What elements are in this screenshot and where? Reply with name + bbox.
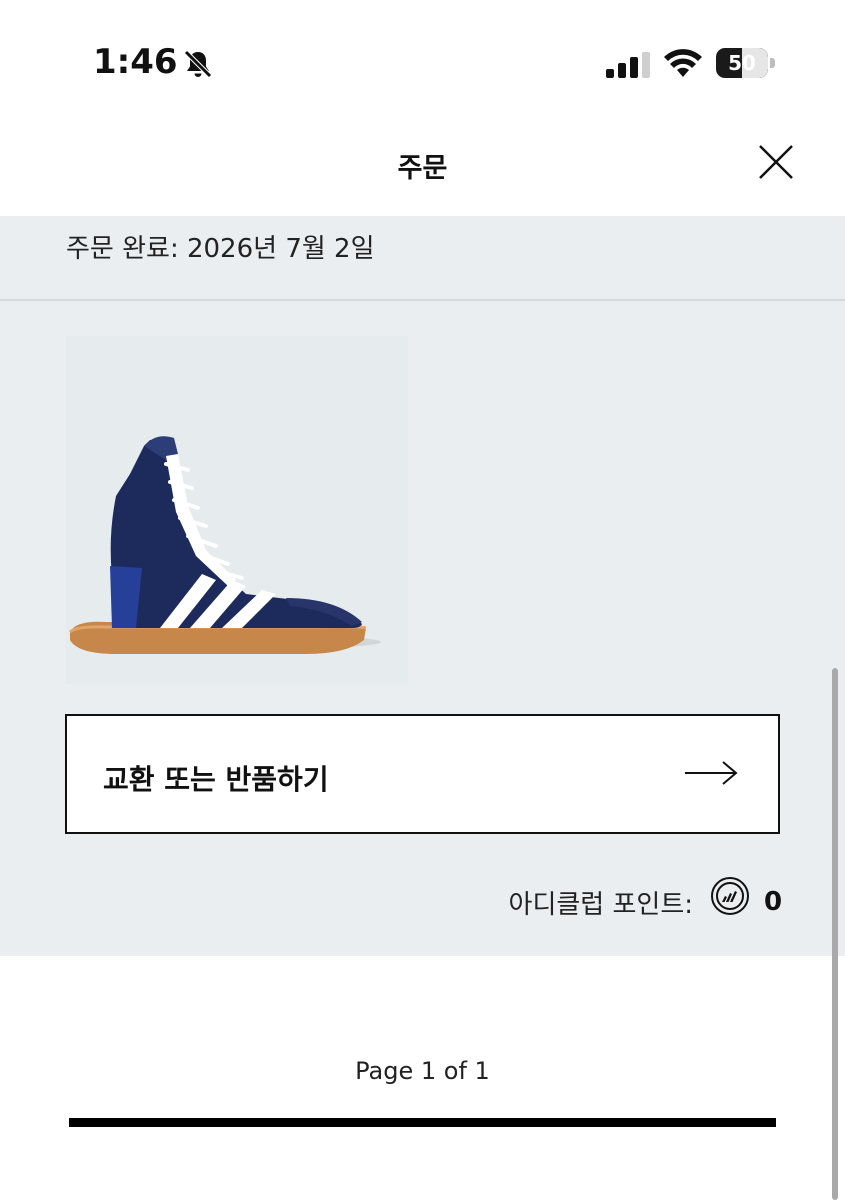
page-progress-bar (69, 1118, 776, 1127)
exchange-return-button[interactable]: 교환 또는 반품하기 (65, 714, 780, 834)
page-indicator: Page 1 of 1 (355, 1057, 490, 1085)
arrow-right-icon (685, 761, 738, 785)
divider (0, 299, 845, 301)
adiclub-points-label: 아디클럽 포인트: (508, 890, 693, 920)
product-image[interactable] (66, 336, 408, 684)
adiclub-points-value: 0 (764, 887, 783, 917)
page-header: 주문 (0, 110, 845, 216)
cellular-signal-icon (606, 52, 650, 78)
exchange-return-label: 교환 또는 반품하기 (103, 763, 329, 796)
close-icon[interactable] (757, 143, 795, 181)
battery-icon: 50 (716, 48, 776, 78)
scrollbar[interactable] (832, 668, 838, 1200)
status-time: 1:46 (93, 42, 178, 82)
battery-level: 50 (728, 51, 756, 75)
bell-slash-icon (184, 50, 212, 78)
wifi-icon (664, 49, 702, 77)
page-title: 주문 (397, 153, 448, 184)
status-bar: 1:46 50 (0, 0, 845, 110)
adiclub-points-icon (711, 877, 749, 915)
order-completed-date: 주문 완료: 2026년 7월 2일 (66, 234, 375, 264)
